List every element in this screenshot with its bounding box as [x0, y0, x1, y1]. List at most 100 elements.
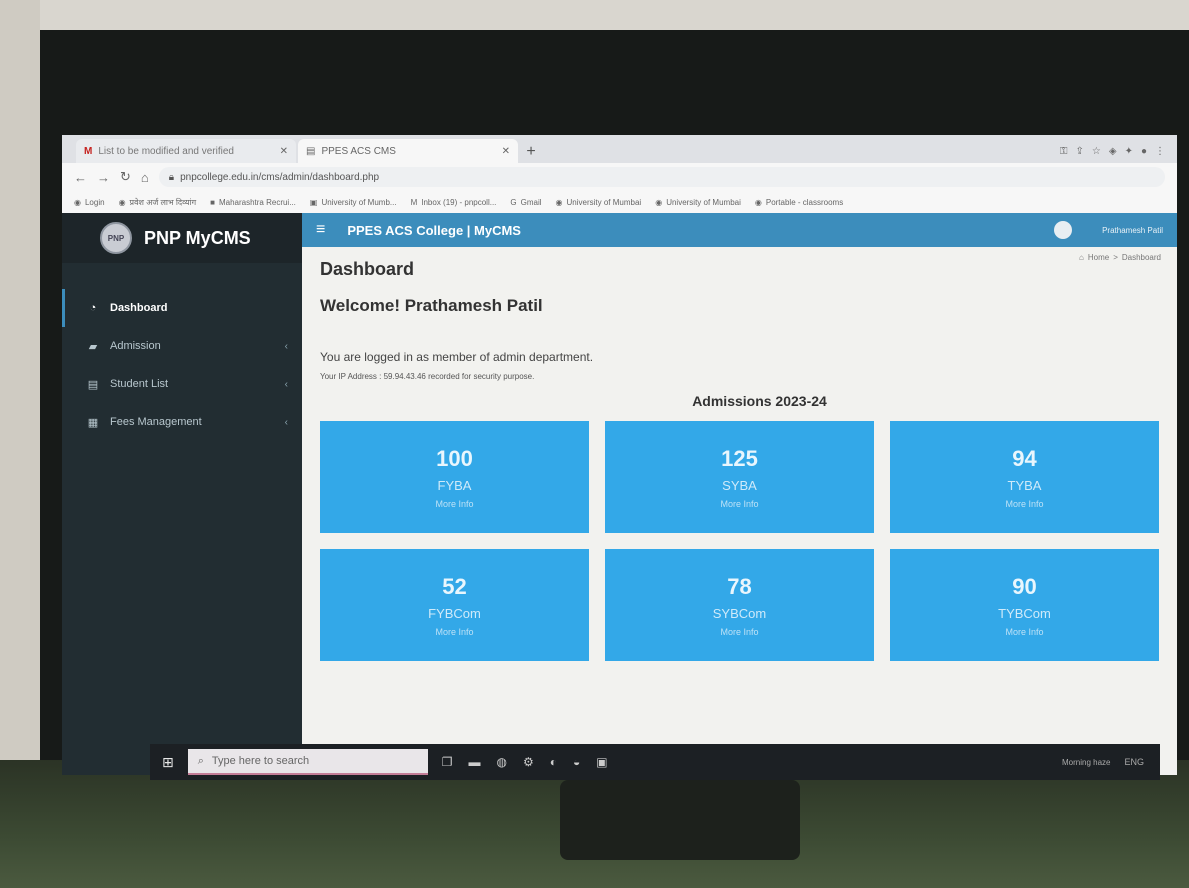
globe-icon: ◉: [118, 197, 126, 207]
user-avatar[interactable]: [1054, 221, 1073, 239]
globe-icon: ◉: [754, 197, 762, 207]
forward-icon[interactable]: →: [97, 170, 110, 185]
globe-icon: ◉: [655, 197, 663, 207]
profile-icon[interactable]: ●: [1141, 146, 1147, 157]
topbar-title: PPES ACS College | MyCMS: [347, 222, 521, 238]
more-info-link[interactable]: More Info: [720, 499, 758, 509]
close-tab-icon[interactable]: ✕: [502, 146, 510, 157]
back-icon[interactable]: ←: [74, 170, 87, 185]
firefox-icon[interactable]: ◐: [550, 755, 557, 769]
admission-card-tybcom[interactable]: 90 TYBCom More Info: [890, 549, 1159, 661]
admissions-title: Admissions 2023-24: [692, 393, 827, 409]
admission-count: 52: [442, 573, 467, 599]
photo-background-top: [0, 0, 1189, 30]
taskbar-search-input[interactable]: ⌕ Type here to search: [187, 749, 428, 775]
bookmarks-bar: ◉ Login ◉ प्रवेश अर्ज लाभ दिव्यांग ■ Mahara…: [62, 191, 1177, 213]
browser-tab-1[interactable]: M List to be modified and verified ✕: [76, 139, 296, 163]
bookmark-item[interactable]: ◉ University of Mumbai: [556, 198, 642, 207]
admission-card-syba[interactable]: 125 SYBA More Info: [605, 421, 874, 533]
graduation-cap-icon: ▰: [88, 340, 98, 353]
windows-start-icon[interactable]: ⊞: [162, 754, 174, 771]
search-icon: ⌕: [197, 754, 204, 767]
bookmark-item[interactable]: ◉ Portable - classrooms: [755, 198, 843, 207]
new-tab-button[interactable]: +: [520, 141, 542, 163]
chrome-icon[interactable]: ◍: [497, 755, 507, 769]
system-tray[interactable]: ENG: [1124, 757, 1144, 767]
tab-title: List to be modified and verified: [98, 145, 234, 157]
admission-count: 94: [1012, 445, 1037, 471]
pinned-apps: ❐ ▬ ◍ ⚙ ◐ ◒ ▣: [442, 755, 608, 769]
more-info-link[interactable]: More Info: [1005, 627, 1043, 637]
bookmark-item[interactable]: M Inbox (19) - pnpcoll...: [411, 198, 497, 207]
more-info-link[interactable]: More Info: [1005, 499, 1043, 509]
breadcrumb-home[interactable]: Home: [1088, 253, 1109, 262]
sidebar-item-dashboard[interactable]: ◔ Dashboard: [62, 289, 302, 327]
menu-dots-icon[interactable]: ⋮: [1155, 146, 1165, 157]
puzzle-icon[interactable]: ✦: [1125, 146, 1133, 157]
sidebar-menu: ◔ Dashboard ▰ Admission ‹ ▤ Student List…: [62, 289, 302, 441]
admission-count: 125: [721, 445, 758, 471]
sidebar-item-student-list[interactable]: ▤ Student List ‹: [62, 365, 302, 403]
globe-icon: ◉: [74, 197, 81, 207]
list-icon: ▤: [87, 378, 99, 391]
bookmark-item[interactable]: ◉ University of Mumbai: [655, 198, 741, 207]
sidebar-item-fees-management[interactable]: ▦ Fees Management ‹: [62, 403, 302, 441]
browser-tab-2[interactable]: ▤ PPES ACS CMS ✕: [298, 139, 518, 163]
admission-cards: 100 FYBA More Info 125 SYBA More Info 94…: [320, 421, 1159, 661]
task-view-icon[interactable]: ❐: [442, 755, 453, 769]
tab-title: PPES ACS CMS: [321, 145, 396, 157]
dashboard-icon: ◔: [89, 302, 97, 314]
extension-icon[interactable]: ◈: [1109, 146, 1117, 157]
home-breadcrumb-icon: ⌂: [1079, 253, 1084, 262]
url-text: pnpcollege.edu.in/cms/admin/dashboard.ph…: [180, 171, 380, 183]
more-info-link[interactable]: More Info: [435, 627, 473, 637]
page-title: Dashboard: [320, 259, 415, 279]
admission-class: TYBCom: [998, 605, 1051, 621]
gmail-icon: M: [410, 197, 418, 207]
university-icon: ▣: [309, 197, 318, 207]
share-icon[interactable]: ⇪: [1076, 146, 1084, 157]
browser-tabbar: M List to be modified and verified ✕ ▤ P…: [62, 135, 1177, 163]
address-bar[interactable]: 🔒︎ pnpcollege.edu.in/cms/admin/dashboard…: [158, 167, 1165, 187]
gmail-icon: M: [84, 145, 93, 157]
brand[interactable]: PNP PNP MyCMS: [62, 213, 302, 263]
weather-widget[interactable]: Morning haze: [1062, 758, 1110, 767]
close-tab-icon[interactable]: ✕: [280, 146, 288, 157]
sidebar-item-label: Dashboard: [110, 302, 168, 314]
bookmark-item[interactable]: ■ Maharashtra Recrui...: [210, 198, 296, 207]
admission-count: 90: [1012, 573, 1037, 599]
photo-background-left: [0, 0, 40, 888]
settings-icon[interactable]: ⚙: [523, 755, 534, 769]
bookmark-item[interactable]: ◉ Login: [74, 198, 105, 207]
hamburger-menu-icon[interactable]: ≡: [316, 221, 325, 239]
chevron-left-icon: ‹: [284, 340, 288, 352]
sidebar-item-label: Fees Management: [110, 416, 202, 428]
search-placeholder: Type here to search: [211, 755, 310, 767]
admission-card-sybcom[interactable]: 78 SYBCom More Info: [605, 549, 874, 661]
sidebar-item-label: Admission: [110, 340, 161, 352]
chevron-left-icon: ‹: [284, 378, 288, 390]
bookmark-item[interactable]: ◉ प्रवेश अर्ज लाभ दिव्यांग: [119, 197, 197, 208]
app-icon[interactable]: ▣: [596, 755, 607, 769]
ip-address-text: Your IP Address : 59.94.43.46 recorded f…: [320, 372, 535, 381]
main-panel: ≡ PPES ACS College | MyCMS Prathamesh Pa…: [302, 213, 1177, 775]
home-icon[interactable]: ⌂: [141, 170, 149, 185]
extension-icons: ⚿ ⇪ ☆ ◈ ✦ ● ⋮: [1060, 146, 1177, 163]
admission-card-fyba[interactable]: 100 FYBA More Info: [320, 421, 589, 533]
user-name[interactable]: Prathamesh Patil: [1102, 226, 1163, 235]
admission-class: SYBCom: [712, 605, 767, 621]
admission-card-tyba[interactable]: 94 TYBA More Info: [890, 421, 1159, 533]
reload-icon[interactable]: ↻: [120, 169, 131, 185]
edge-icon[interactable]: ◒: [573, 755, 580, 769]
bookmark-item[interactable]: G Gmail: [510, 198, 541, 207]
bookmark-item[interactable]: ▣ University of Mumb...: [310, 198, 397, 207]
dashboard-content: ⌂ Home > Dashboard Dashboard Welcome! Pr…: [302, 247, 1177, 775]
cms-app: PNP PNP MyCMS ◔ Dashboard ▰ Admission ‹ …: [62, 213, 1177, 775]
file-explorer-icon[interactable]: ▬: [469, 755, 481, 769]
more-info-link[interactable]: More Info: [720, 627, 758, 637]
star-icon[interactable]: ☆: [1092, 146, 1101, 157]
key-icon[interactable]: ⚿: [1060, 146, 1068, 157]
more-info-link[interactable]: More Info: [435, 499, 473, 509]
sidebar-item-admission[interactable]: ▰ Admission ‹: [62, 327, 302, 365]
admission-card-fybcom[interactable]: 52 FYBCom More Info: [320, 549, 589, 661]
